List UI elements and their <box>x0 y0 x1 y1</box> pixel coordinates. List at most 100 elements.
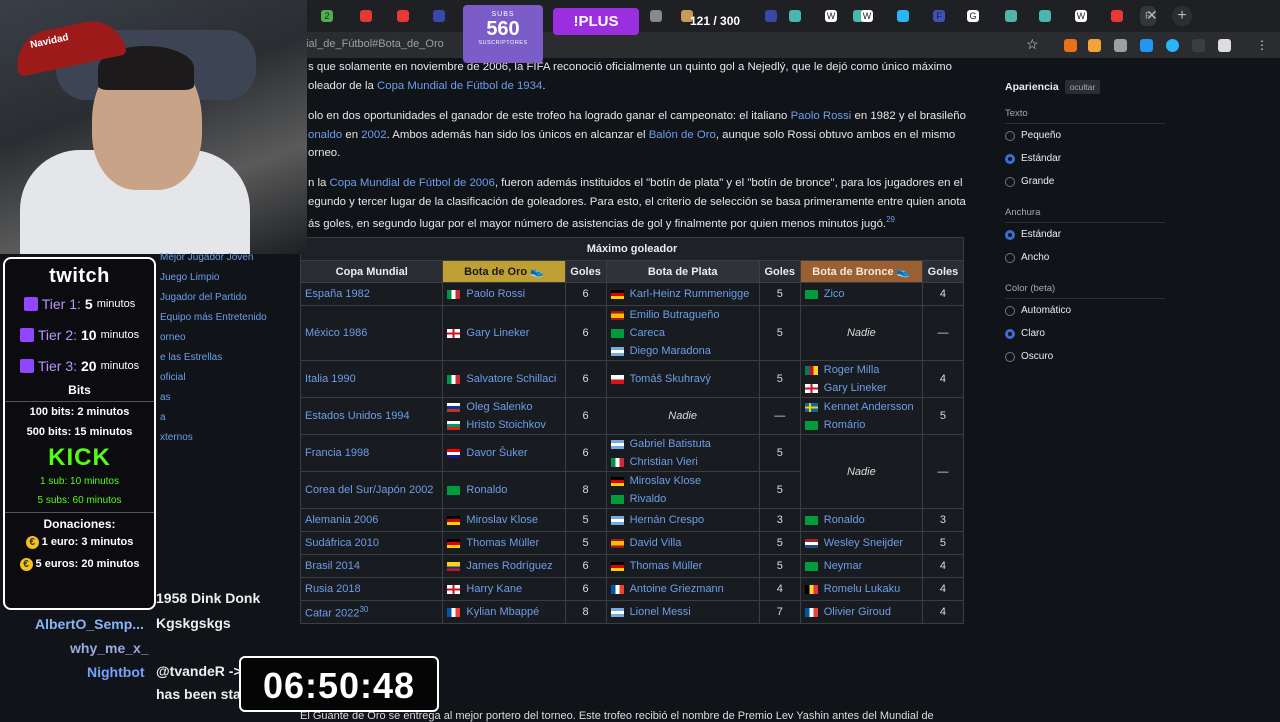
player-entry[interactable]: Kylian Mbappé <box>447 603 560 621</box>
nav-link[interactable]: xternos <box>160 428 267 448</box>
player-link[interactable]: Oleg Salenko <box>466 398 532 416</box>
player-entry[interactable]: Ronaldo <box>447 481 560 499</box>
browser-tab[interactable] <box>1034 6 1056 26</box>
link[interactable]: Copa Mundial de Fútbol de 2006 <box>330 177 495 189</box>
player-entry[interactable]: Ronaldo <box>804 511 918 529</box>
cup-link[interactable]: España 1982 <box>299 282 444 306</box>
cup-link[interactable]: Francia 1998 <box>299 434 444 472</box>
player-link[interactable]: James Rodríguez <box>466 557 552 575</box>
player-link[interactable]: Antoine Griezmann <box>630 580 724 598</box>
player-entry[interactable]: Tomáš Skuhravý <box>610 370 755 388</box>
player-entry[interactable]: Gabriel Batistuta <box>610 435 755 453</box>
menu-icon[interactable]: ⋮ <box>1256 39 1269 52</box>
player-entry[interactable]: Emilio Butragueño <box>610 306 755 324</box>
player-link[interactable]: Tomáš Skuhravý <box>630 370 711 388</box>
player-entry[interactable]: Paolo Rossi <box>447 285 560 303</box>
player-entry[interactable]: Roger Milla <box>804 361 918 379</box>
player-entry[interactable]: Diego Maradona <box>610 342 755 360</box>
browser-tab[interactable] <box>784 6 806 26</box>
radio-icon[interactable] <box>1005 153 1015 164</box>
link[interactable]: Copa Mundial de Fútbol de 1934 <box>377 80 542 92</box>
player-entry[interactable]: Gary Lineker <box>804 379 918 397</box>
url-text[interactable]: dial_de_Fútbol#Bota_de_Oro <box>300 38 444 50</box>
player-entry[interactable]: Davor Šuker <box>447 444 560 462</box>
player-entry[interactable]: Neymar <box>804 557 918 575</box>
player-entry[interactable]: Romelu Lukaku <box>804 580 918 598</box>
radio-icon[interactable] <box>1005 130 1015 141</box>
player-link[interactable]: Salvatore Schillaci <box>466 370 556 388</box>
player-link[interactable]: Ronaldo <box>824 511 865 529</box>
player-link[interactable]: Miroslav Klose <box>466 511 538 529</box>
browser-tab[interactable]: W <box>820 6 842 26</box>
player-link[interactable]: Harry Kane <box>466 580 522 598</box>
extension-icon[interactable] <box>1114 39 1127 52</box>
nav-link[interactable]: Equipo más Entretenido <box>160 308 267 328</box>
player-entry[interactable]: Kennet Andersson <box>804 398 918 416</box>
appearance-option[interactable]: Grande <box>1005 170 1165 193</box>
radio-icon[interactable] <box>1005 229 1015 240</box>
player-link[interactable]: Hristo Stoichkov <box>466 416 545 434</box>
player-link[interactable]: Gary Lineker <box>466 324 529 342</box>
player-link[interactable]: Karl-Heinz Rummenigge <box>630 285 750 303</box>
reference[interactable]: 30 <box>359 605 368 614</box>
player-link[interactable]: Olivier Giroud <box>824 603 891 621</box>
player-link[interactable]: Thomas Müller <box>466 534 539 552</box>
player-link[interactable]: Miroslav Klose <box>630 472 702 490</box>
nav-link[interactable]: Jugador del Partido <box>160 288 267 308</box>
player-link[interactable]: Emilio Butragueño <box>630 306 720 324</box>
link[interactable]: Balón de Oro <box>649 129 716 141</box>
bookmark-star-icon[interactable]: ☆ <box>1026 36 1039 53</box>
appearance-option[interactable]: Pequeño <box>1005 124 1165 147</box>
browser-tab[interactable] <box>645 6 667 26</box>
player-link[interactable]: Neymar <box>824 557 863 575</box>
player-entry[interactable]: Karl-Heinz Rummenigge <box>610 285 755 303</box>
browser-tab[interactable] <box>1106 6 1128 26</box>
link[interactable]: onaldo <box>308 129 342 141</box>
player-link[interactable]: Rivaldo <box>630 490 667 508</box>
player-link[interactable]: Gabriel Batistuta <box>630 435 711 453</box>
browser-tab[interactable] <box>1000 6 1022 26</box>
nav-link[interactable]: a <box>160 408 267 428</box>
player-link[interactable]: Lionel Messi <box>630 603 691 621</box>
player-entry[interactable]: Romário <box>804 416 918 434</box>
extension-icon[interactable] <box>1140 39 1153 52</box>
radio-icon[interactable] <box>1005 252 1015 263</box>
nav-link[interactable]: orneo <box>160 328 267 348</box>
player-link[interactable]: Paolo Rossi <box>466 285 525 303</box>
player-entry[interactable]: Harry Kane <box>447 580 560 598</box>
link[interactable]: Paolo Rossi <box>791 110 852 122</box>
appearance-option[interactable]: Estándar <box>1005 223 1165 246</box>
appearance-option[interactable]: Oscuro <box>1005 345 1165 368</box>
player-link[interactable]: Zico <box>824 285 845 303</box>
browser-tab[interactable] <box>760 6 782 26</box>
appearance-option[interactable]: Automático <box>1005 299 1165 322</box>
player-entry[interactable]: Hernán Crespo <box>610 511 755 529</box>
player-entry[interactable]: Careca <box>610 324 755 342</box>
player-entry[interactable]: Wesley Sneijder <box>804 534 918 552</box>
profile-icon[interactable] <box>1218 39 1231 52</box>
extension-icon[interactable] <box>1088 39 1101 52</box>
browser-tab[interactable] <box>892 6 914 26</box>
reference[interactable]: 29 <box>886 215 895 224</box>
radio-icon[interactable] <box>1005 328 1015 339</box>
player-link[interactable]: Romário <box>824 416 866 434</box>
player-link[interactable]: Thomas Müller <box>630 557 703 575</box>
player-link[interactable]: Gary Lineker <box>824 379 887 397</box>
cup-link[interactable]: Alemania 2006 <box>299 508 444 532</box>
cup-link[interactable]: Rusia 2018 <box>299 577 444 601</box>
player-entry[interactable]: James Rodríguez <box>447 557 560 575</box>
extension-icon[interactable] <box>1166 39 1179 52</box>
player-entry[interactable]: Oleg Salenko <box>447 398 560 416</box>
player-link[interactable]: Ronaldo <box>466 481 507 499</box>
player-entry[interactable]: Hristo Stoichkov <box>447 416 560 434</box>
cup-link[interactable]: México 1986 <box>299 305 444 361</box>
player-entry[interactable]: Miroslav Klose <box>447 511 560 529</box>
appearance-option[interactable]: Estándar <box>1005 147 1165 170</box>
hide-button[interactable]: ocultar <box>1064 80 1101 94</box>
cup-link[interactable]: Brasil 2014 <box>299 554 444 578</box>
appearance-option[interactable]: Claro <box>1005 322 1165 345</box>
player-entry[interactable]: David Villa <box>610 534 755 552</box>
nav-link[interactable]: as <box>160 388 267 408</box>
nav-link[interactable]: oficial <box>160 368 267 388</box>
link[interactable]: 2002 <box>361 129 386 141</box>
